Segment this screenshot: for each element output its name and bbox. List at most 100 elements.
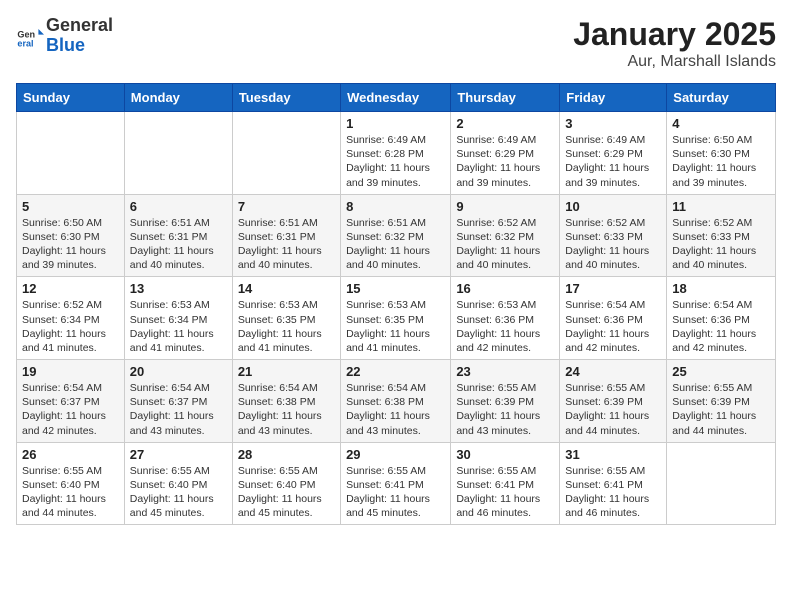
- day-number: 18: [672, 281, 770, 296]
- day-info: Sunrise: 6:55 AM Sunset: 6:39 PM Dayligh…: [456, 381, 554, 438]
- day-cell: 19 Sunrise: 6:54 AM Sunset: 6:37 PM Dayli…: [17, 360, 125, 443]
- day-number: 23: [456, 364, 554, 379]
- header-row: SundayMondayTuesdayWednesdayThursdayFrid…: [17, 84, 776, 112]
- day-cell: 3 Sunrise: 6:49 AM Sunset: 6:29 PM Daylig…: [560, 112, 667, 195]
- day-cell: 27 Sunrise: 6:55 AM Sunset: 6:40 PM Dayli…: [124, 442, 232, 525]
- day-cell: 24 Sunrise: 6:55 AM Sunset: 6:39 PM Dayli…: [560, 360, 667, 443]
- day-number: 17: [565, 281, 661, 296]
- day-cell: 14Sunrise: 6:53 AM Sunset: 6:35 PM Dayli…: [232, 277, 340, 360]
- header-cell-tuesday: Tuesday: [232, 84, 340, 112]
- day-number: 31: [565, 447, 661, 462]
- day-number: 14: [238, 281, 335, 296]
- day-info: Sunrise: 6:54 AM Sunset: 6:38 PM Dayligh…: [238, 381, 335, 438]
- day-cell: 28Sunrise: 6:55 AM Sunset: 6:40 PM Dayli…: [232, 442, 340, 525]
- week-row-5: 26 Sunrise: 6:55 AM Sunset: 6:40 PM Dayli…: [17, 442, 776, 525]
- day-number: 11: [672, 199, 770, 214]
- day-info: Sunrise: 6:52 AM Sunset: 6:33 PM Dayligh…: [672, 216, 770, 273]
- day-info: Sunrise: 6:55 AM Sunset: 6:41 PM Dayligh…: [346, 464, 445, 521]
- day-cell: [667, 442, 776, 525]
- day-info: Sunrise: 6:54 AM Sunset: 6:36 PM Dayligh…: [672, 298, 770, 355]
- day-info: Sunrise: 6:51 AM Sunset: 6:31 PM Dayligh…: [238, 216, 335, 273]
- calendar-subtitle: Aur, Marshall Islands: [573, 53, 776, 71]
- header-cell-sunday: Sunday: [17, 84, 125, 112]
- day-number: 1: [346, 116, 445, 131]
- day-info: Sunrise: 6:51 AM Sunset: 6:31 PM Dayligh…: [130, 216, 227, 273]
- day-info: Sunrise: 6:55 AM Sunset: 6:39 PM Dayligh…: [672, 381, 770, 438]
- day-info: Sunrise: 6:50 AM Sunset: 6:30 PM Dayligh…: [22, 216, 119, 273]
- day-cell: 22 Sunrise: 6:54 AM Sunset: 6:38 PM Dayli…: [341, 360, 451, 443]
- header-cell-monday: Monday: [124, 84, 232, 112]
- day-number: 16: [456, 281, 554, 296]
- day-info: Sunrise: 6:55 AM Sunset: 6:39 PM Dayligh…: [565, 381, 661, 438]
- logo-icon: Gen eral: [16, 22, 44, 50]
- day-cell: 5 Sunrise: 6:50 AM Sunset: 6:30 PM Daylig…: [17, 194, 125, 277]
- day-info: Sunrise: 6:54 AM Sunset: 6:37 PM Dayligh…: [130, 381, 227, 438]
- day-info: Sunrise: 6:55 AM Sunset: 6:41 PM Dayligh…: [456, 464, 554, 521]
- day-cell: 7 Sunrise: 6:51 AM Sunset: 6:31 PM Daylig…: [232, 194, 340, 277]
- svg-text:eral: eral: [17, 38, 33, 48]
- week-row-3: 12 Sunrise: 6:52 AM Sunset: 6:34 PM Dayli…: [17, 277, 776, 360]
- day-cell: 16 Sunrise: 6:53 AM Sunset: 6:36 PM Dayli…: [451, 277, 560, 360]
- calendar-table: SundayMondayTuesdayWednesdayThursdayFrid…: [16, 83, 776, 525]
- day-cell: 21Sunrise: 6:54 AM Sunset: 6:38 PM Dayli…: [232, 360, 340, 443]
- day-number: 12: [22, 281, 119, 296]
- day-info: Sunrise: 6:53 AM Sunset: 6:34 PM Dayligh…: [130, 298, 227, 355]
- day-number: 27: [130, 447, 227, 462]
- day-info: Sunrise: 6:52 AM Sunset: 6:33 PM Dayligh…: [565, 216, 661, 273]
- header-cell-wednesday: Wednesday: [341, 84, 451, 112]
- header-cell-friday: Friday: [560, 84, 667, 112]
- day-cell: 9Sunrise: 6:52 AM Sunset: 6:32 PM Daylig…: [451, 194, 560, 277]
- day-cell: [232, 112, 340, 195]
- day-cell: 17 Sunrise: 6:54 AM Sunset: 6:36 PM Dayli…: [560, 277, 667, 360]
- day-number: 28: [238, 447, 335, 462]
- day-cell: 11 Sunrise: 6:52 AM Sunset: 6:33 PM Dayli…: [667, 194, 776, 277]
- header-cell-saturday: Saturday: [667, 84, 776, 112]
- day-cell: 30Sunrise: 6:55 AM Sunset: 6:41 PM Dayli…: [451, 442, 560, 525]
- day-number: 20: [130, 364, 227, 379]
- day-number: 5: [22, 199, 119, 214]
- header-cell-thursday: Thursday: [451, 84, 560, 112]
- day-number: 9: [456, 199, 554, 214]
- day-info: Sunrise: 6:51 AM Sunset: 6:32 PM Dayligh…: [346, 216, 445, 273]
- day-info: Sunrise: 6:53 AM Sunset: 6:35 PM Dayligh…: [346, 298, 445, 355]
- day-number: 3: [565, 116, 661, 131]
- day-cell: [17, 112, 125, 195]
- day-number: 19: [22, 364, 119, 379]
- day-info: Sunrise: 6:55 AM Sunset: 6:40 PM Dayligh…: [22, 464, 119, 521]
- day-cell: 12 Sunrise: 6:52 AM Sunset: 6:34 PM Dayli…: [17, 277, 125, 360]
- day-cell: 1Sunrise: 6:49 AM Sunset: 6:28 PM Daylig…: [341, 112, 451, 195]
- day-cell: 6 Sunrise: 6:51 AM Sunset: 6:31 PM Daylig…: [124, 194, 232, 277]
- day-number: 2: [456, 116, 554, 131]
- title-block: January 2025 Aur, Marshall Islands: [573, 16, 776, 71]
- day-number: 25: [672, 364, 770, 379]
- day-number: 8: [346, 199, 445, 214]
- day-number: 26: [22, 447, 119, 462]
- day-info: Sunrise: 6:53 AM Sunset: 6:36 PM Dayligh…: [456, 298, 554, 355]
- day-number: 4: [672, 116, 770, 131]
- day-info: Sunrise: 6:54 AM Sunset: 6:36 PM Dayligh…: [565, 298, 661, 355]
- day-info: Sunrise: 6:54 AM Sunset: 6:37 PM Dayligh…: [22, 381, 119, 438]
- day-info: Sunrise: 6:55 AM Sunset: 6:40 PM Dayligh…: [130, 464, 227, 521]
- logo-blue-text: Blue: [46, 36, 113, 56]
- day-info: Sunrise: 6:50 AM Sunset: 6:30 PM Dayligh…: [672, 133, 770, 190]
- day-info: Sunrise: 6:54 AM Sunset: 6:38 PM Dayligh…: [346, 381, 445, 438]
- day-number: 15: [346, 281, 445, 296]
- day-number: 22: [346, 364, 445, 379]
- day-info: Sunrise: 6:49 AM Sunset: 6:29 PM Dayligh…: [565, 133, 661, 190]
- day-cell: 2Sunrise: 6:49 AM Sunset: 6:29 PM Daylig…: [451, 112, 560, 195]
- week-row-1: 1Sunrise: 6:49 AM Sunset: 6:28 PM Daylig…: [17, 112, 776, 195]
- day-cell: 25 Sunrise: 6:55 AM Sunset: 6:39 PM Dayli…: [667, 360, 776, 443]
- day-info: Sunrise: 6:55 AM Sunset: 6:41 PM Dayligh…: [565, 464, 661, 521]
- day-cell: 26 Sunrise: 6:55 AM Sunset: 6:40 PM Dayli…: [17, 442, 125, 525]
- day-number: 24: [565, 364, 661, 379]
- day-info: Sunrise: 6:52 AM Sunset: 6:34 PM Dayligh…: [22, 298, 119, 355]
- day-cell: 4 Sunrise: 6:50 AM Sunset: 6:30 PM Daylig…: [667, 112, 776, 195]
- logo-general-text: General: [46, 16, 113, 36]
- day-number: 6: [130, 199, 227, 214]
- week-row-2: 5 Sunrise: 6:50 AM Sunset: 6:30 PM Daylig…: [17, 194, 776, 277]
- day-cell: 29Sunrise: 6:55 AM Sunset: 6:41 PM Dayli…: [341, 442, 451, 525]
- day-cell: 10Sunrise: 6:52 AM Sunset: 6:33 PM Dayli…: [560, 194, 667, 277]
- day-cell: 13Sunrise: 6:53 AM Sunset: 6:34 PM Dayli…: [124, 277, 232, 360]
- day-cell: 20 Sunrise: 6:54 AM Sunset: 6:37 PM Dayli…: [124, 360, 232, 443]
- day-number: 7: [238, 199, 335, 214]
